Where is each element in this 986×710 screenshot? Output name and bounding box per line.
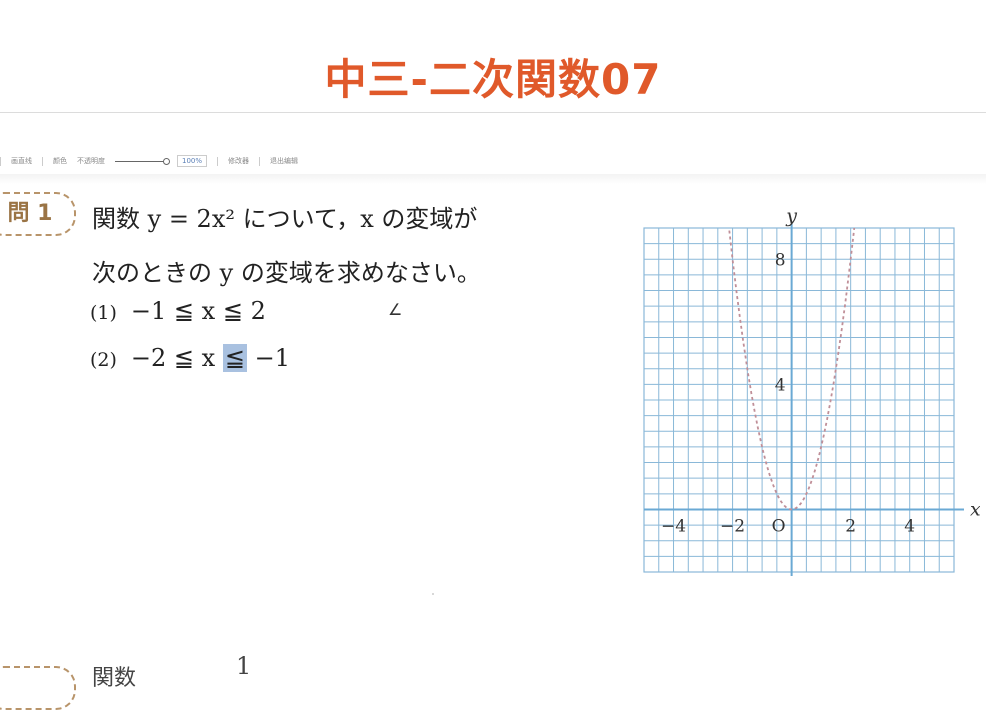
subitem-index: (2) xyxy=(90,349,117,371)
annotation-toolbar: 画直线 颜色 不透明度 100% 修改器 退出编辑 xyxy=(0,150,600,172)
toolbar-color-menu[interactable]: 颜色 xyxy=(53,156,67,166)
y-tick-label: 4 xyxy=(775,375,786,395)
subitem-inequality: −1 ≦ x ≦ 2 xyxy=(130,297,266,325)
toolbar-zoom-select[interactable]: 100% xyxy=(177,155,208,167)
x-tick-label: −4 xyxy=(661,516,686,536)
subitem-index: (1) xyxy=(90,302,117,324)
x-tick-label: −2 xyxy=(720,516,745,536)
x-tick-label: 2 xyxy=(845,516,856,536)
toolbar-opacity-label: 不透明度 xyxy=(77,157,105,165)
toolbar-exit-edit-button[interactable]: 退出编辑 xyxy=(270,156,298,166)
question-2-text-partial: 関数 xyxy=(92,666,137,691)
y-tick-label: 8 xyxy=(775,250,786,270)
question-2-badge xyxy=(0,666,76,710)
handwritten-annotation: ∠ xyxy=(388,300,403,319)
question-1-subitem-1: (1) −1 ≦ x ≦ 2 xyxy=(90,297,266,325)
parabola-graph: −4 −2 2 4 4 8 Ox y xyxy=(643,205,980,576)
question-1-text-line1: 関数 y = 2x² について，x の変域が xyxy=(92,205,478,233)
toolbar-separator xyxy=(217,156,219,166)
page-title: 中三-二次関数07 xyxy=(324,55,662,104)
question-2-fraction-numerator: 1 xyxy=(236,652,252,680)
x-axis-label: x xyxy=(970,498,980,520)
question-1-badge: 問 1 xyxy=(0,192,76,236)
toolbar-shadow xyxy=(0,174,986,184)
x-tick-label: 4 xyxy=(904,516,915,536)
toolbar-separator xyxy=(259,156,261,166)
toolbar-width-slider[interactable] xyxy=(115,157,170,165)
toolbar-separator xyxy=(0,156,1,166)
toolbar-modifier-menu[interactable]: 修改器 xyxy=(228,156,249,166)
question-1-subitem-2: (2) −2 ≦ x ≦ −1 xyxy=(90,344,290,372)
title-divider xyxy=(0,112,986,113)
origin-label: O xyxy=(772,516,786,536)
toolbar-line-tool[interactable]: 画直线 xyxy=(11,156,32,166)
highlighted-selection[interactable]: ≦ xyxy=(222,344,247,372)
y-axis-label: y xyxy=(785,205,797,227)
subitem-inequality-end: −1 xyxy=(246,344,290,372)
question-1-text-line2: 次のときの y の変域を求めなさい。 xyxy=(92,259,481,287)
stray-mark xyxy=(432,593,434,595)
toolbar-separator xyxy=(42,156,43,166)
subitem-inequality-start: −2 ≦ x xyxy=(130,344,223,372)
